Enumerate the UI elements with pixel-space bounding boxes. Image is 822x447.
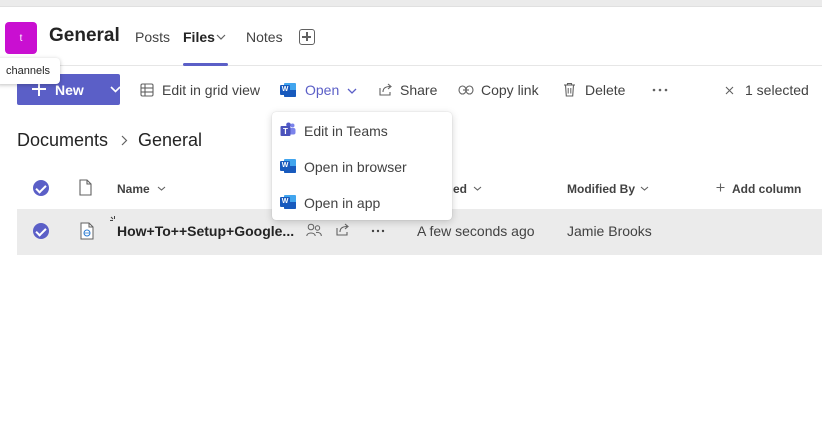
file-type-header-icon [79, 179, 92, 196]
more-options-icon[interactable] [371, 229, 385, 233]
svg-text:T: T [283, 127, 288, 136]
more-options-icon[interactable] [652, 88, 668, 92]
plus-icon[interactable] [716, 183, 725, 192]
breadcrumb-documents[interactable]: Documents [17, 130, 108, 151]
modified-by-name: Jamie Brooks [567, 223, 652, 239]
delete-button[interactable]: Delete [585, 82, 625, 98]
chevron-down-icon [110, 86, 121, 93]
menu-item-label: Edit in Teams [304, 123, 388, 139]
new-button-label: New [55, 82, 84, 98]
chevron-down-icon[interactable] [473, 186, 482, 191]
file-name-link[interactable]: How+To++Setup+Google... [117, 223, 297, 239]
tab-posts[interactable]: Posts [135, 29, 170, 45]
modified-time: A few seconds ago [417, 223, 535, 239]
share-icon[interactable] [378, 83, 393, 97]
add-column-button[interactable]: Add column [732, 182, 801, 196]
channels-tooltip: channels [0, 58, 61, 84]
chevron-down-icon[interactable] [347, 88, 357, 94]
edit-grid-view-button[interactable]: Edit in grid view [162, 82, 260, 98]
word-icon[interactable]: W [280, 82, 296, 98]
column-header-name[interactable]: Name [117, 182, 150, 196]
trash-icon[interactable] [563, 82, 576, 97]
row-checkbox[interactable] [33, 223, 49, 239]
active-tab-indicator [183, 63, 228, 66]
teams-icon: T [280, 122, 296, 136]
channel-title: General [49, 25, 120, 46]
grid-view-icon[interactable] [140, 83, 154, 97]
select-all-checkbox[interactable] [33, 180, 49, 196]
chevron-right-icon [121, 135, 128, 146]
link-icon[interactable] [458, 85, 474, 95]
command-bar: New Edit in grid view W Open Share Copy … [0, 70, 822, 110]
window-top-strip [0, 0, 822, 7]
menu-item-edit-in-teams[interactable]: T Edit in Teams [272, 112, 452, 148]
column-header-modified-by[interactable]: Modified By [567, 182, 635, 196]
tab-files[interactable]: Files [183, 29, 215, 45]
tab-notes[interactable]: Notes [246, 29, 283, 45]
open-button[interactable]: Open [305, 82, 339, 98]
web-file-icon [80, 222, 94, 240]
word-icon: W [280, 194, 296, 210]
channel-header: t General Posts Files Notes [0, 8, 822, 66]
close-icon[interactable] [725, 86, 734, 95]
copy-link-button[interactable]: Copy link [481, 82, 539, 98]
menu-item-label: Open in app [304, 195, 381, 211]
plus-icon [32, 82, 46, 96]
breadcrumb-general: General [138, 130, 203, 150]
word-icon: W [280, 158, 296, 174]
share-button[interactable]: Share [400, 82, 437, 98]
add-tab-icon[interactable] [299, 29, 315, 45]
selection-count: 1 selected [745, 82, 809, 98]
chevron-down-icon[interactable] [640, 186, 649, 191]
team-avatar[interactable]: t [5, 22, 37, 54]
column-header-modified[interactable]: ed [453, 182, 467, 196]
menu-item-open-in-browser[interactable]: W Open in browser [272, 148, 452, 184]
chevron-down-icon[interactable] [157, 186, 166, 191]
chevron-down-icon[interactable] [216, 34, 226, 40]
open-dropdown-menu: T Edit in Teams W Open in browser W Open… [272, 112, 452, 220]
menu-item-open-in-app[interactable]: W Open in app [272, 184, 452, 220]
share-icon[interactable] [335, 223, 350, 237]
menu-item-label: Open in browser [304, 159, 407, 175]
share-people-icon[interactable] [306, 223, 322, 238]
